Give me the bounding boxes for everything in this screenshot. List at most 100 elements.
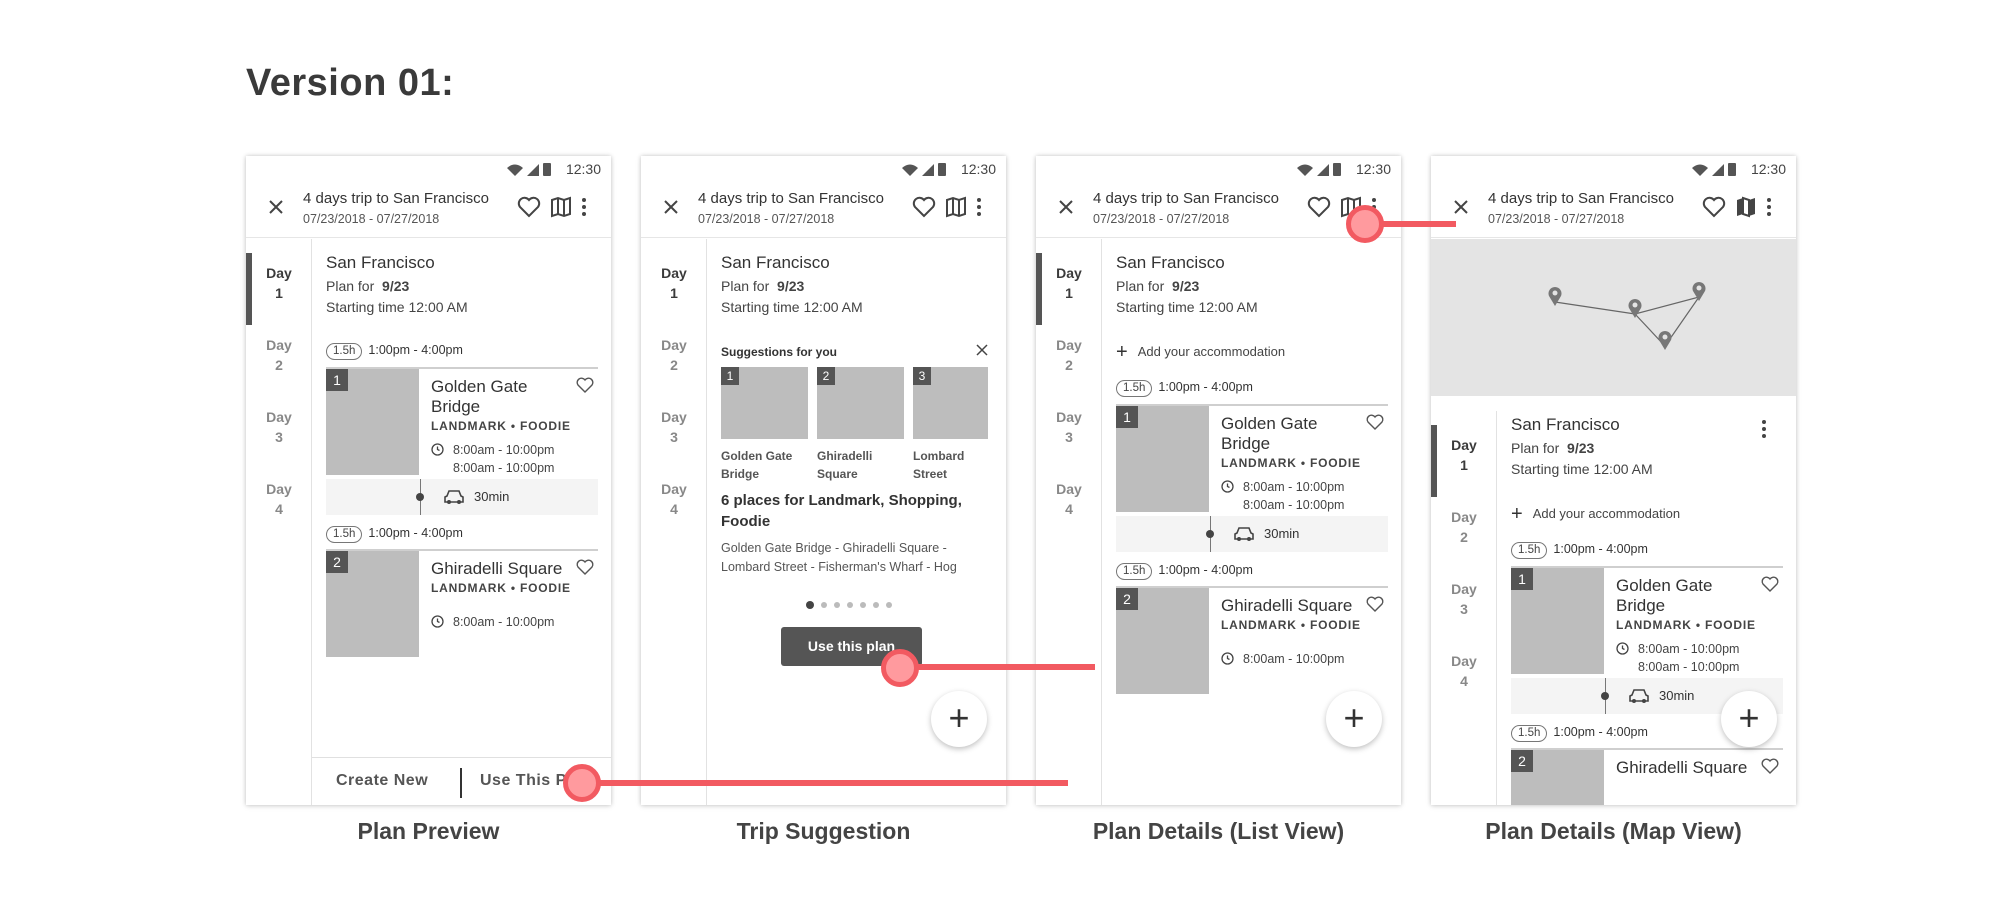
heart-icon[interactable] (1761, 758, 1779, 775)
page-dot[interactable] (886, 602, 892, 608)
tab-day-1[interactable]: Day 1 (1431, 425, 1497, 497)
more-vert-icon[interactable] (579, 195, 589, 219)
heart-icon[interactable] (1702, 196, 1726, 218)
tab-day-3[interactable]: Day 3 (641, 407, 707, 447)
tab-day-3[interactable]: Day 3 (1431, 579, 1497, 619)
place-hours: 8:00am - 10:00pm 8:00am - 10:00pm (453, 443, 555, 475)
heart-icon[interactable] (517, 196, 541, 218)
tab-day-2[interactable]: Day 2 (1431, 507, 1497, 547)
time-slot: 1.5h 1:00pm - 4:00pm (326, 343, 463, 360)
place-card[interactable]: 1 Golden Gate Bridge LANDMARK • FOODIE 8… (326, 367, 598, 475)
screen-label-list-view: Plan Details (List View) (1092, 818, 1345, 844)
trip-dates: 07/23/2018 - 07/27/2018 (698, 212, 835, 226)
place-card[interactable]: 1 Golden Gate Bridge LANDMARK • FOODIE 8… (1116, 404, 1388, 512)
add-fab-button[interactable]: + (1326, 691, 1382, 747)
map-icon[interactable] (549, 195, 573, 219)
suggestion-thumb[interactable]: 3 (913, 367, 988, 439)
suggestion-thumb[interactable]: 1 (721, 367, 808, 439)
suggestion-thumb[interactable]: 2 (817, 367, 904, 439)
tab-day-4[interactable]: Day 4 (1431, 651, 1497, 691)
start-time: Starting time 12:00 AM (326, 299, 468, 315)
page-dot[interactable] (847, 602, 853, 608)
page-dot[interactable] (821, 602, 827, 608)
tab-day-4[interactable]: Day 4 (246, 479, 312, 519)
page-dot[interactable] (834, 602, 840, 608)
map-pin-icon[interactable] (1547, 286, 1563, 306)
place-card[interactable]: 2 Ghiradelli Square LANDMARK • FOODIE 8:… (1116, 586, 1388, 694)
tab-day-2[interactable]: Day 2 (246, 335, 312, 375)
day-tabs: Day 1 Day 2 Day 3 Day 4 (246, 239, 312, 805)
map-pin-icon[interactable] (1627, 298, 1643, 318)
heart-icon[interactable] (1307, 196, 1331, 218)
heart-icon[interactable] (576, 559, 594, 576)
heart-icon[interactable] (1761, 576, 1779, 593)
add-accommodation[interactable]: + Add your accommodation (1116, 342, 1285, 362)
map-pin-icon[interactable] (1691, 281, 1707, 301)
add-fab-button[interactable]: + (931, 691, 987, 747)
plus-icon: + (1511, 503, 1523, 525)
close-icon[interactable] (1450, 196, 1472, 218)
tab-day-2[interactable]: Day 2 (641, 335, 707, 375)
time-slot: 1.5h 1:00pm - 4:00pm (1116, 380, 1253, 397)
transit-row: 30min (1116, 516, 1388, 552)
close-icon[interactable] (265, 196, 287, 218)
suggestion-title: 6 places for Landmark, Shopping, Foodie (721, 492, 962, 530)
add-fab-button[interactable]: + (1721, 691, 1777, 747)
page-dot[interactable] (806, 601, 814, 609)
more-vert-icon[interactable] (1759, 418, 1769, 440)
city-name: San Francisco (1116, 253, 1225, 272)
wifi-icon (1297, 164, 1313, 176)
status-time: 12:30 (565, 161, 601, 177)
tab-day-2[interactable]: Day 2 (1036, 335, 1102, 375)
place-tags: LANDMARK • FOODIE (431, 581, 571, 595)
tab-day-1[interactable]: Day 1 (246, 253, 312, 325)
page-dot[interactable] (873, 602, 879, 608)
add-accommodation[interactable]: + Add your accommodation (1511, 503, 1680, 525)
heart-icon[interactable] (576, 377, 594, 394)
place-number: 2 (1116, 588, 1138, 610)
place-card[interactable]: 2 Ghiradelli Square LANDMARK • FOODIE 8:… (326, 549, 598, 657)
trip-dates: 07/23/2018 - 07/27/2018 (1488, 212, 1625, 226)
time-slot: 1.5h 1:00pm - 4:00pm (1511, 725, 1648, 742)
screen-plan-preview: 12:30 4 days trip to San Francisco 07/23… (246, 156, 611, 805)
heart-icon[interactable] (912, 196, 936, 218)
close-icon[interactable] (976, 344, 988, 356)
app-bar: 4 days trip to San Francisco 07/23/2018 … (1431, 182, 1796, 238)
tab-day-1[interactable]: Day 1 (641, 263, 707, 303)
tab-day-3[interactable]: Day 3 (1036, 407, 1102, 447)
status-bar: 12:30 (1036, 156, 1401, 182)
close-icon[interactable] (660, 196, 682, 218)
car-icon (1629, 689, 1649, 703)
screen-label-map-view: Plan Details (Map View) (1485, 818, 1742, 844)
transit-time: 30min (1659, 688, 1695, 703)
clock-icon (1616, 642, 1629, 655)
heart-icon[interactable] (1366, 414, 1384, 431)
signal-icon (922, 163, 934, 176)
car-icon (444, 490, 464, 504)
close-icon[interactable] (1055, 196, 1077, 218)
page-indicator (806, 601, 892, 609)
screen-label-trip-suggestion: Trip Suggestion (736, 818, 911, 844)
tab-day-1[interactable]: Day 1 (1036, 253, 1102, 325)
page-dot[interactable] (860, 602, 866, 608)
map-pin-icon[interactable] (1657, 330, 1673, 350)
place-card[interactable]: 2 Ghiradelli Square (1511, 748, 1783, 805)
more-vert-icon[interactable] (1764, 195, 1774, 219)
tab-day-4[interactable]: Day 4 (1036, 479, 1102, 519)
create-new-button[interactable]: Create New (336, 772, 428, 790)
place-card[interactable]: 1 Golden Gate Bridge LANDMARK • FOODIE 8… (1511, 566, 1783, 674)
wifi-icon (1692, 164, 1708, 176)
flow-hotspot (1346, 205, 1384, 243)
more-vert-icon[interactable] (974, 195, 984, 219)
heart-icon[interactable] (1366, 596, 1384, 613)
flow-connector (915, 664, 1095, 670)
tab-day-3[interactable]: Day 3 (246, 407, 312, 447)
day-tabs: Day 1 Day 2 Day 3 Day 4 (1431, 411, 1497, 805)
place-hours: 8:00am - 10:00pm 8:00am - 10:00pm (1243, 480, 1345, 512)
clock-icon (431, 615, 444, 628)
tab-day-4[interactable]: Day 4 (641, 479, 707, 519)
map-icon[interactable] (944, 195, 968, 219)
place-number: 1 (326, 369, 348, 391)
route-map[interactable] (1431, 239, 1796, 396)
map-icon[interactable] (1734, 195, 1758, 219)
